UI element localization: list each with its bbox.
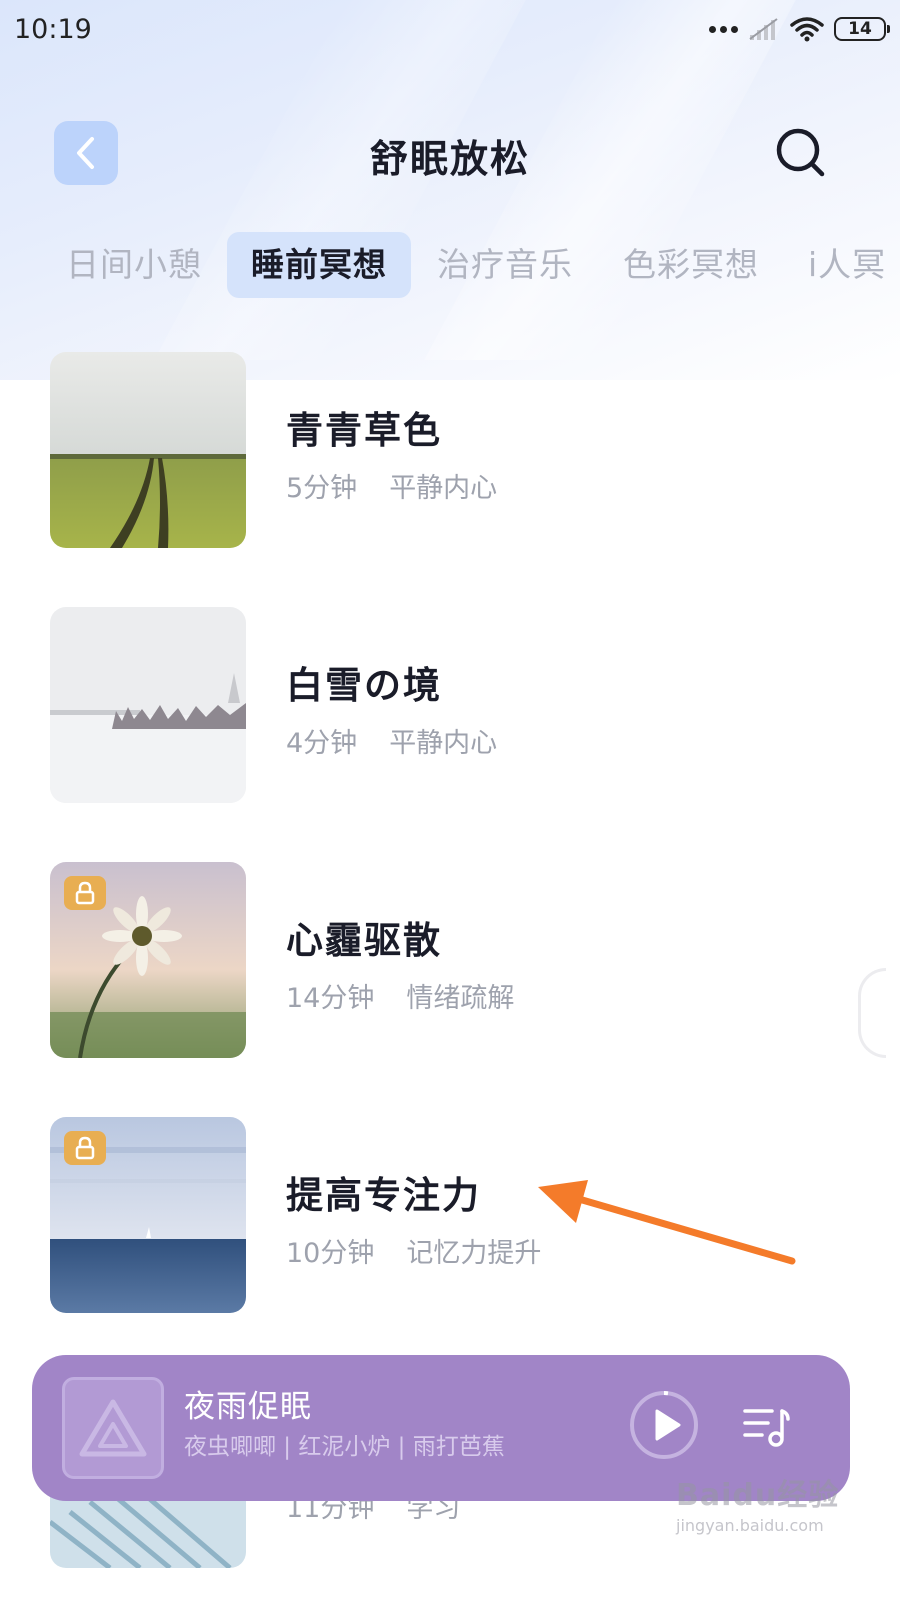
- tab-therapy-music[interactable]: 治疗音乐: [437, 232, 573, 298]
- list-item[interactable]: 青青草色 5分钟 平静内心: [50, 352, 850, 548]
- item-meta: 4分钟 平静内心: [286, 721, 497, 760]
- item-meta: 14分钟 情绪疏解: [286, 976, 514, 1015]
- tab-color-meditation[interactable]: 色彩冥想: [623, 232, 759, 298]
- list-item[interactable]: 心霾驱散 14分钟 情绪疏解: [50, 862, 850, 1058]
- search-icon: [776, 128, 825, 177]
- item-title: 心霾驱散: [286, 919, 442, 962]
- tab-daytime-nap[interactable]: 日间小憩: [66, 232, 202, 298]
- signal-icon: [749, 18, 778, 40]
- playlist-icon: [743, 1409, 790, 1447]
- item-duration: 4分钟: [286, 728, 358, 759]
- player-track-subtitle: 夜虫唧唧 | 红泥小炉 | 雨打芭蕉: [184, 1434, 505, 1460]
- item-tag: 平静内心: [389, 473, 498, 504]
- item-title: 青青草色: [286, 409, 442, 452]
- play-button[interactable]: [628, 1389, 700, 1461]
- playlist-button[interactable]: [742, 1405, 792, 1449]
- player-cover-art: [62, 1377, 164, 1479]
- wifi-icon: [790, 17, 824, 42]
- item-duration: 5分钟: [286, 473, 358, 504]
- battery-level: 14: [848, 19, 872, 39]
- item-duration: 14分钟: [286, 983, 375, 1014]
- search-button[interactable]: [772, 124, 832, 184]
- lock-icon: [64, 1131, 106, 1165]
- item-title: 白雪の境: [286, 664, 442, 707]
- tab-introvert-meditation[interactable]: i人冥: [808, 232, 886, 298]
- item-meta: 10分钟 记忆力提升: [286, 1231, 541, 1270]
- status-time: 10:19: [14, 14, 92, 45]
- play-icon: [630, 1391, 698, 1459]
- item-title: 提高专注力: [286, 1174, 481, 1217]
- item-meta: 5分钟 平静内心: [286, 466, 497, 505]
- watermark-logo: Baidu经验: [676, 1478, 840, 1513]
- wheat-field-icon: [50, 352, 246, 548]
- triangle-logo-icon: [79, 1399, 147, 1457]
- watermark-url: jingyan.baidu.com: [676, 1516, 824, 1535]
- item-tag: 平静内心: [389, 728, 498, 759]
- more-notifications-icon: [709, 25, 738, 33]
- floating-edge-handle[interactable]: [858, 968, 886, 1058]
- battery-icon: 14: [834, 17, 890, 41]
- snow-landscape-icon: [50, 607, 246, 803]
- daisy-flower-icon: [50, 862, 246, 1058]
- category-tabs: 日间小憩 睡前冥想 治疗音乐 色彩冥想 i人冥: [48, 232, 900, 298]
- tab-bedtime-meditation[interactable]: 睡前冥想: [227, 232, 411, 298]
- annotation-arrow-icon: [538, 1180, 796, 1265]
- page-title: 舒眠放松: [369, 137, 530, 181]
- item-tag: 记忆力提升: [406, 1238, 542, 1269]
- status-bar: 10:19 14: [0, 0, 900, 62]
- item-tag: 情绪疏解: [406, 983, 515, 1014]
- status-icons: 14: [709, 16, 890, 42]
- player-track-title: 夜雨促眠: [184, 1389, 312, 1425]
- lock-icon: [64, 876, 106, 910]
- item-duration: 10分钟: [286, 1238, 375, 1269]
- watermark: Baidu经验 jingyan.baidu.com: [676, 1470, 846, 1554]
- list-item[interactable]: 白雪の境 4分钟 平静内心: [50, 607, 850, 803]
- calm-sea-icon: [50, 1117, 246, 1313]
